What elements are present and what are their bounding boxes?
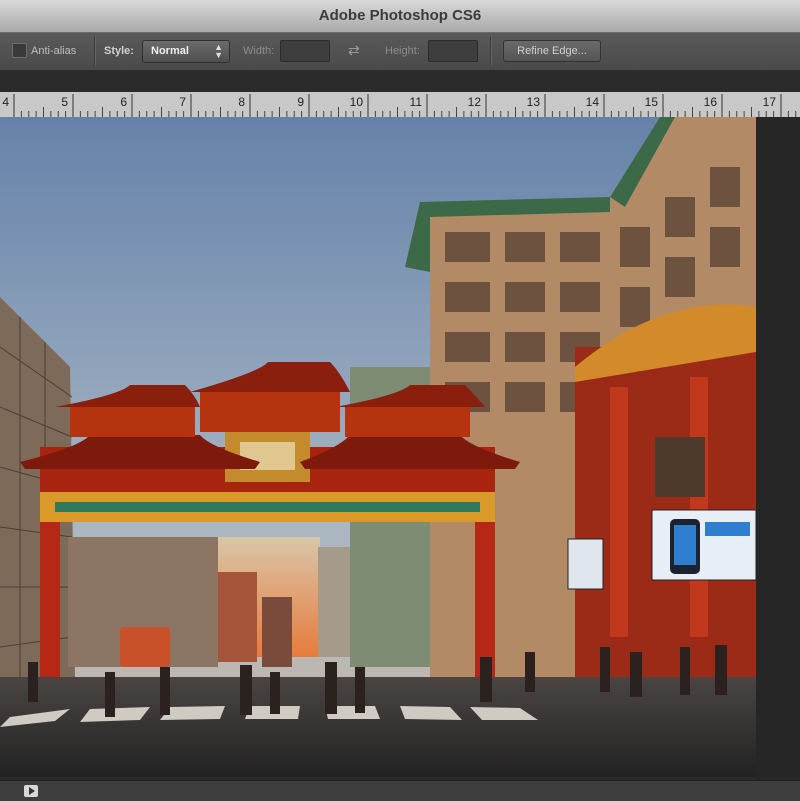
document-image[interactable] xyxy=(0,117,756,777)
ruler-label: 4 xyxy=(2,95,9,109)
play-icon[interactable] xyxy=(24,785,38,797)
select-arrows-icon: ▲ ▼ xyxy=(214,42,223,60)
ruler-label: 6 xyxy=(120,95,127,109)
anti-alias-checkbox[interactable] xyxy=(12,43,27,58)
refine-edge-button[interactable]: Refine Edge... xyxy=(503,40,601,62)
ruler-ticks: 4 5 6 7 8 9 10 11 12 13 14 15 16 17 xyxy=(2,94,797,117)
horizontal-ruler: 4 5 6 7 8 9 10 11 12 13 14 15 16 17 xyxy=(0,92,800,118)
width-label: Width: xyxy=(243,45,275,57)
swap-arrows-icon[interactable]: ⇄ xyxy=(348,42,360,59)
ruler-label: 5 xyxy=(61,95,68,109)
style-select[interactable]: Normal ▲ ▼ xyxy=(142,40,230,63)
options-bar: Anti-alias Style: Normal ▲ ▼ Width: ⇄ Hei… xyxy=(0,33,800,71)
anti-alias-label: Anti-alias xyxy=(31,45,77,57)
document-canvas[interactable] xyxy=(0,117,800,780)
width-field[interactable] xyxy=(280,40,330,62)
canvas-pasteboard xyxy=(756,117,800,780)
style-label: Style: xyxy=(104,45,134,57)
ruler-label: 17 xyxy=(763,95,777,109)
ruler-label: 8 xyxy=(238,95,245,109)
style-select-value: Normal xyxy=(151,45,189,57)
title-bar: Adobe Photoshop CS6 xyxy=(0,0,800,33)
ruler-label: 7 xyxy=(179,95,186,109)
ruler-label: 9 xyxy=(297,95,304,109)
ruler-label: 15 xyxy=(645,95,659,109)
app-title: Adobe Photoshop CS6 xyxy=(318,7,482,24)
ruler-label: 16 xyxy=(704,95,718,109)
ruler-label: 13 xyxy=(527,95,541,109)
ruler-label: 11 xyxy=(410,95,423,109)
separator xyxy=(490,37,491,65)
height-field[interactable] xyxy=(428,40,478,62)
ruler-label: 14 xyxy=(586,95,600,109)
ruler-label: 10 xyxy=(350,95,364,109)
separator xyxy=(94,37,95,65)
ruler-label: 12 xyxy=(468,95,482,109)
height-label: Height: xyxy=(385,45,420,57)
status-bar xyxy=(0,780,800,801)
